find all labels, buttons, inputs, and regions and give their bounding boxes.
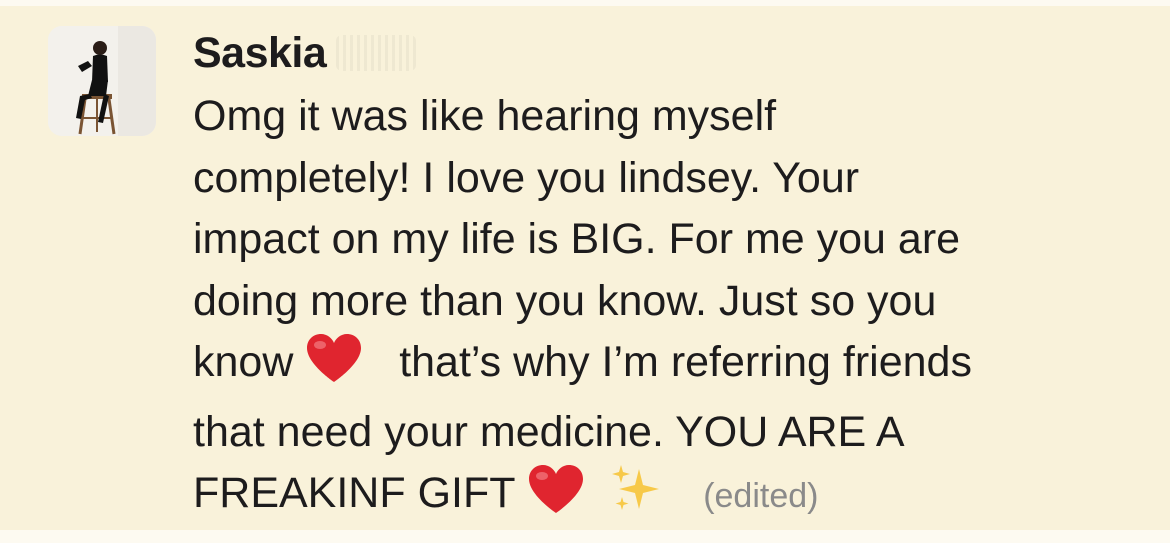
message-line: Omg it was like hearing myself [193, 92, 777, 140]
sparkles-emoji-icon [609, 463, 667, 533]
message-row[interactable]: Saskia Omg it was like hearing myself co… [0, 6, 1170, 530]
sender-name[interactable]: Saskia [193, 29, 327, 78]
message-line: FREAKINF GIFT (edited) [193, 463, 1153, 533]
edited-label: (edited) [703, 477, 819, 515]
heart-emoji-icon [305, 332, 363, 402]
message-body: Omg it was like hearing myself completel… [193, 86, 1153, 533]
message-text: that’s why I’m referring friends [399, 338, 972, 386]
avatar[interactable] [48, 26, 156, 136]
message-line: completely! I love you lindsey. Your [193, 153, 860, 202]
redacted-surname [336, 35, 417, 71]
message-line: doing more than you know. Just so you [193, 276, 937, 325]
message-header: Saskia [193, 24, 1153, 82]
message-content: Saskia Omg it was like hearing myself co… [193, 24, 1153, 533]
message-text: FREAKINF GIFT [193, 469, 516, 517]
message-line: impact on my life is BIG. For me you are [193, 215, 961, 263]
message-text: know [193, 338, 294, 386]
message-line: that need your medicine. YOU ARE A [193, 407, 905, 456]
avatar-photo [48, 26, 156, 136]
heart-emoji-icon [527, 463, 585, 533]
message-line: know that’s why I’m referring friends [193, 332, 1153, 402]
